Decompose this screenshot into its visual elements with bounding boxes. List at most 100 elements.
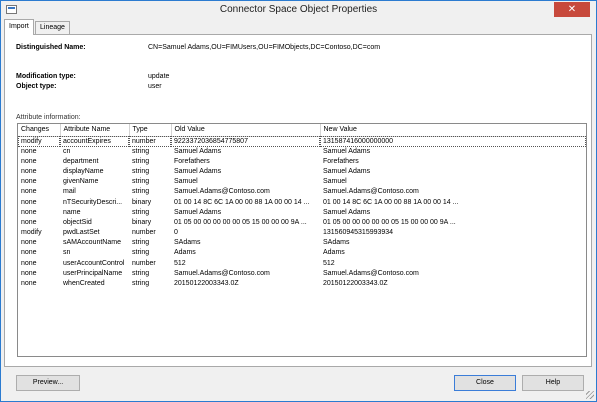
- cell-type: binary: [132, 218, 152, 226]
- cell-old-value: Forefathers: [174, 157, 210, 165]
- object-type-value: user: [148, 83, 162, 90]
- cell-attribute-name: whenCreated: [63, 280, 105, 288]
- cell-new-value: Samuel Adams: [323, 208, 371, 216]
- cell-type: number: [129, 136, 171, 147]
- cell-change: none: [21, 218, 37, 226]
- table-row[interactable]: none displayName string Samuel Adams Samuel …: [18, 167, 586, 177]
- cell-new-value: Samuel.Adams@Contoso.com: [323, 269, 419, 277]
- cell-old-value: Samuel.Adams@Contoso.com: [174, 188, 270, 196]
- preview-button[interactable]: Preview...: [16, 375, 80, 391]
- cell-old-value: SAdams: [174, 239, 201, 247]
- cell-attribute-name: cn: [63, 147, 71, 155]
- cell-change: modify: [18, 136, 60, 147]
- table-row[interactable]: none sAMAccountName string SAdams SAdams: [18, 238, 586, 248]
- dn-value: CN=Samuel Adams,OU=FIMUsers,OU=FIMObject…: [148, 44, 381, 51]
- cell-type: number: [132, 259, 156, 267]
- cell-change: none: [21, 178, 37, 186]
- resize-grip-icon[interactable]: [586, 391, 594, 399]
- cell-type: string: [132, 280, 150, 288]
- cell-old-value: Samuel Adams: [174, 147, 222, 155]
- cell-new-value: 01 05 00 00 00 00 00 05 15 00 00 00 9A .…: [323, 218, 456, 226]
- cell-change: none: [21, 280, 37, 288]
- cell-attribute-name: name: [63, 208, 81, 216]
- cell-new-value: Samuel: [323, 178, 347, 186]
- cell-change: none: [21, 188, 37, 196]
- attribute-grid[interactable]: Changes Attribute Name Type Old Value Ne…: [17, 123, 587, 357]
- cell-attribute-name: department: [63, 157, 99, 165]
- cell-old-value: Samuel Adams: [174, 208, 222, 216]
- attribute-table: Changes Attribute Name Type Old Value Ne…: [18, 124, 586, 289]
- table-row[interactable]: none whenCreated string 20150122003343.0Z 20…: [18, 279, 586, 289]
- table-row[interactable]: none objectSid binary 01 05 00 00 00 00 00 …: [18, 218, 586, 228]
- cell-type: binary: [132, 198, 152, 206]
- cell-type: string: [132, 157, 150, 165]
- cell-new-value: Samuel Adams: [323, 147, 371, 155]
- cell-change: none: [21, 147, 37, 155]
- cell-type: string: [132, 208, 150, 216]
- table-row[interactable]: modify pwdLastSet number 0 13156094531599393…: [18, 228, 586, 238]
- title-bar: Connector Space Object Properties ✕: [1, 1, 596, 19]
- cell-new-value: 131587416000000000: [320, 136, 586, 147]
- table-row[interactable]: none givenName string Samuel Samuel: [18, 177, 586, 187]
- cell-type: string: [132, 269, 150, 277]
- cell-change: modify: [21, 229, 42, 237]
- cell-change: none: [21, 167, 37, 175]
- table-row[interactable]: none userPrincipalName string Samuel.Adams@…: [18, 269, 586, 279]
- cell-change: none: [21, 198, 37, 206]
- cell-type: string: [132, 188, 150, 196]
- column-header-type[interactable]: Type: [129, 124, 172, 137]
- column-header-attribute-name[interactable]: Attribute Name: [60, 124, 130, 137]
- cell-old-value: Samuel: [174, 178, 198, 186]
- table-row[interactable]: none sn string Adams Adams: [18, 248, 586, 258]
- cell-new-value: 01 00 14 8C 6C 1A 00 00 88 1A 00 00 14 .…: [323, 198, 459, 206]
- cell-old-value: 01 05 00 00 00 00 00 05 15 00 00 00 9A .…: [174, 218, 307, 226]
- table-row[interactable]: none cn string Samuel Adams Samuel Adams: [18, 147, 586, 157]
- cell-attribute-name: nTSecurityDescri...: [63, 198, 123, 206]
- import-tab-panel: Distinguished Name: CN=Samuel Adams,OU=F…: [4, 34, 592, 367]
- column-header-old-value[interactable]: Old Value: [171, 124, 321, 137]
- close-window-icon[interactable]: ✕: [554, 2, 590, 17]
- cell-attribute-name: displayName: [63, 167, 104, 175]
- table-row[interactable]: modify accountExpires number 92233720368547…: [18, 136, 586, 147]
- cell-type: string: [132, 249, 150, 257]
- cell-change: none: [21, 249, 37, 257]
- table-row[interactable]: none name string Samuel Adams Samuel Adams: [18, 208, 586, 218]
- object-type-label: Object type:: [16, 83, 57, 90]
- close-button[interactable]: Close: [454, 375, 516, 391]
- column-header-changes[interactable]: Changes: [18, 124, 61, 137]
- table-row[interactable]: none userAccountControl number 512 512: [18, 259, 586, 269]
- cell-new-value: 131560945315993934: [323, 229, 394, 237]
- table-row[interactable]: none nTSecurityDescri... binary 01 00 14 8C…: [18, 197, 586, 207]
- attribute-rows: modify accountExpires number 92233720368547…: [18, 136, 586, 289]
- cell-type: string: [132, 147, 150, 155]
- cell-new-value: Forefathers: [323, 157, 359, 165]
- cell-attribute-name: objectSid: [63, 218, 92, 226]
- cell-old-value: 512: [174, 259, 186, 267]
- cell-type: string: [132, 178, 150, 186]
- cell-attribute-name: mail: [63, 188, 76, 196]
- cell-attribute-name: pwdLastSet: [63, 229, 100, 237]
- attribute-information-label: Attribute information:: [16, 114, 81, 121]
- cell-old-value: 01 00 14 8C 6C 1A 00 00 88 1A 00 00 14 .…: [174, 198, 310, 206]
- cell-new-value: Samuel.Adams@Contoso.com: [323, 188, 419, 196]
- cell-old-value: 9223372036854775807: [171, 136, 320, 147]
- cell-old-value: Samuel.Adams@Contoso.com: [174, 269, 270, 277]
- cell-new-value: SAdams: [323, 239, 350, 247]
- help-button[interactable]: Help: [522, 375, 584, 391]
- cell-type: number: [132, 229, 156, 237]
- cell-attribute-name: sAMAccountName: [63, 239, 121, 247]
- cell-change: none: [21, 269, 37, 277]
- cell-change: none: [21, 208, 37, 216]
- column-header-new-value[interactable]: New Value: [320, 124, 586, 137]
- cell-type: string: [132, 239, 150, 247]
- table-row[interactable]: none mail string Samuel.Adams@Contoso.com Sa…: [18, 187, 586, 197]
- tab-lineage[interactable]: Lineage: [35, 21, 70, 35]
- cell-type: string: [132, 167, 150, 175]
- modification-type-value: update: [148, 73, 170, 80]
- cell-attribute-name: userAccountControl: [63, 259, 125, 267]
- table-row[interactable]: none department string Forefathers Forefathe…: [18, 157, 586, 167]
- cell-old-value: Samuel Adams: [174, 167, 222, 175]
- cell-old-value: Adams: [174, 249, 196, 257]
- modification-type-label: Modification type:: [16, 73, 76, 80]
- tab-import[interactable]: Import: [4, 19, 34, 35]
